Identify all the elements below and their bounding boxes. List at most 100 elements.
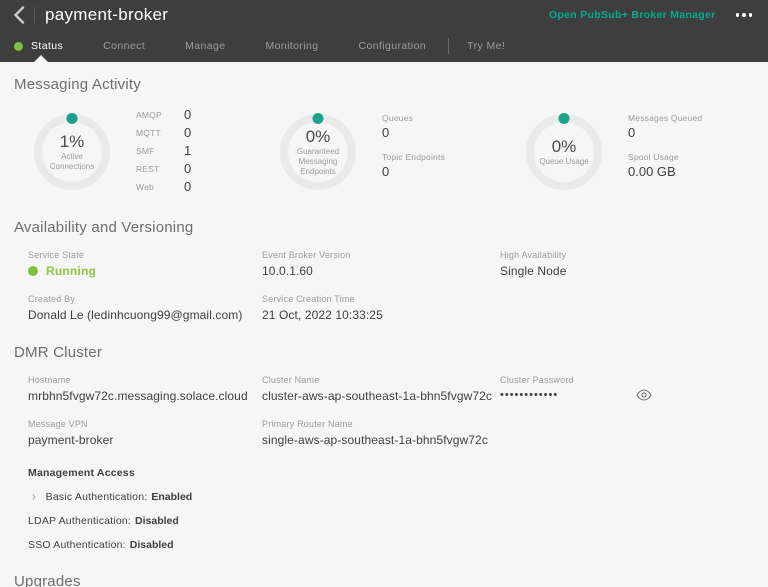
service-state-label: Service State (28, 250, 262, 260)
basic-authentication-value: Enabled (151, 491, 192, 503)
tab-status[interactable]: Status (14, 40, 63, 52)
protocol-value: 1 (184, 143, 191, 158)
active-connections-gauge-card: 1% Active Connections AMQP 0 MQTT 0 SMF … (14, 107, 262, 197)
event-broker-version-label: Event Broker Version (262, 250, 500, 260)
queue-usage-gauge: 0% Queue Usage (526, 114, 602, 190)
active-tab-notch (34, 55, 48, 62)
tab-manage-label: Manage (185, 40, 225, 52)
gauge-dot-icon (313, 113, 324, 124)
protocol-label: AMQP (136, 110, 168, 120)
dmr-cluster-grid: Hostname mrbhn5fvgw72c.messaging.solace.… (28, 375, 754, 447)
queue-stats-list: Messages Queued 0 Spool Usage 0.00 GB (628, 113, 702, 191)
tab-connect-label: Connect (103, 40, 145, 52)
protocol-label: REST (136, 164, 168, 174)
eye-icon (636, 389, 652, 401)
active-connections-percent: 1% (60, 133, 85, 150)
dmr-cluster-section: DMR Cluster Hostname mrbhn5fvgw72c.messa… (14, 344, 754, 551)
gauge-dot-icon (559, 113, 570, 124)
high-availability-field: High Availability Single Node (500, 250, 754, 278)
chevron-left-icon (13, 6, 25, 24)
upgrades-section: Upgrades Service has not yet been upgrad… (14, 573, 754, 587)
guaranteed-messaging-gauge-card: 0% Guaranteed Messaging Endpoints Queues… (262, 107, 508, 197)
messages-queued-label: Messages Queued (628, 113, 702, 123)
primary-router-name-field: Primary Router Name single-aws-ap-southe… (262, 419, 500, 447)
chevron-right-icon[interactable]: › (32, 490, 36, 504)
top-header-bar: payment-broker Open PubSub+ Broker Manag… (0, 0, 768, 30)
dmr-cluster-title: DMR Cluster (14, 344, 754, 361)
tab-monitoring[interactable]: Monitoring (265, 40, 318, 52)
created-by-field: Created By Donald Le (ledinhcuong99@gmai… (28, 294, 262, 322)
message-vpn-value: payment-broker (28, 433, 262, 447)
tab-try-me[interactable]: Try Me! (467, 40, 505, 52)
availability-title: Availability and Versioning (14, 219, 754, 236)
basic-authentication-label: Basic Authentication: (46, 491, 148, 503)
service-state-value: Running (46, 264, 96, 278)
queue-usage-gauge-card: 0% Queue Usage Messages Queued 0 Spool U… (508, 107, 754, 197)
protocol-value: 0 (184, 107, 191, 122)
protocol-label: SMF (136, 146, 168, 156)
primary-router-name-value: single-aws-ap-southeast-1a-bhn5fvgw72c (262, 433, 500, 447)
endpoint-stats-list: Queues 0 Topic Endpoints 0 (382, 113, 445, 191)
guaranteed-messaging-label: Guaranteed Messaging Endpoints (289, 147, 347, 177)
protocol-stats-list: AMQP 0 MQTT 0 SMF 1 REST 0 Web 0 (136, 107, 191, 197)
guaranteed-messaging-gauge: 0% Guaranteed Messaging Endpoints (280, 114, 356, 190)
hostname-value: mrbhn5fvgw72c.messaging.solace.cloud (28, 389, 262, 403)
tab-manage[interactable]: Manage (185, 40, 225, 52)
service-creation-time-value: 21 Oct, 2022 10:33:25 (262, 308, 500, 322)
messages-queued-value: 0 (628, 125, 702, 140)
protocol-stat-row: REST 0 (136, 161, 191, 176)
gauges-row: 1% Active Connections AMQP 0 MQTT 0 SMF … (14, 107, 754, 197)
cluster-password-value: •••••••••••• (500, 389, 558, 401)
queues-label: Queues (382, 113, 445, 123)
queues-value: 0 (382, 125, 445, 140)
spool-usage-label: Spool Usage (628, 152, 702, 162)
guaranteed-messaging-percent: 0% (306, 128, 331, 145)
upgrades-title: Upgrades (14, 573, 754, 587)
nav-divider (448, 38, 449, 54)
cluster-name-field: Cluster Name cluster-aws-ap-southeast-1a… (262, 375, 500, 403)
hostname-label: Hostname (28, 375, 262, 385)
availability-section: Availability and Versioning Service Stat… (14, 219, 754, 322)
message-vpn-field: Message VPN payment-broker (28, 419, 262, 447)
event-broker-version-field: Event Broker Version 10.0.1.60 (262, 250, 500, 278)
spool-usage-value: 0.00 GB (628, 164, 702, 179)
event-broker-version-value: 10.0.1.60 (262, 264, 500, 278)
tab-navigation: Status Connect Manage Monitoring Configu… (0, 30, 768, 62)
back-button[interactable] (8, 4, 30, 26)
protocol-value: 0 (184, 179, 191, 194)
topic-endpoints-stat: Topic Endpoints 0 (382, 152, 445, 179)
status-green-dot-icon (14, 42, 23, 51)
active-connections-label: Active Connections (43, 152, 101, 172)
kebab-menu-icon[interactable] (734, 9, 755, 21)
tab-configuration-label: Configuration (358, 40, 426, 52)
service-state-field: Service State Running (28, 250, 262, 278)
protocol-value: 0 (184, 125, 191, 140)
cluster-name-value: cluster-aws-ap-southeast-1a-bhn5fvgw72c (262, 389, 500, 403)
sso-authentication-label: SSO Authentication: (28, 539, 126, 551)
created-by-label: Created By (28, 294, 262, 304)
topic-endpoints-label: Topic Endpoints (382, 152, 445, 162)
sso-authentication-value: Disabled (130, 539, 174, 551)
protocol-value: 0 (184, 161, 191, 176)
protocol-stat-row: SMF 1 (136, 143, 191, 158)
tab-configuration[interactable]: Configuration (358, 40, 426, 52)
tab-connect[interactable]: Connect (103, 40, 145, 52)
protocol-label: MQTT (136, 128, 168, 138)
messaging-activity-title: Messaging Activity (14, 76, 754, 93)
protocol-stat-row: AMQP 0 (136, 107, 191, 122)
cluster-password-field: Cluster Password •••••••••••• (500, 375, 754, 403)
management-access-title: Management Access (28, 467, 754, 479)
tab-status-label: Status (31, 40, 63, 52)
ldap-authentication-label: LDAP Authentication: (28, 515, 131, 527)
protocol-stat-row: Web 0 (136, 179, 191, 194)
service-creation-time-label: Service Creation Time (262, 294, 500, 304)
spool-usage-stat: Spool Usage 0.00 GB (628, 152, 702, 179)
messages-queued-stat: Messages Queued 0 (628, 113, 702, 140)
primary-router-name-label: Primary Router Name (262, 419, 500, 429)
hostname-field: Hostname mrbhn5fvgw72c.messaging.solace.… (28, 375, 262, 403)
running-green-dot-icon (28, 266, 38, 276)
title-divider (34, 7, 35, 23)
open-broker-manager-link[interactable]: Open PubSub+ Broker Manager (549, 9, 716, 21)
cluster-password-label: Cluster Password (500, 375, 754, 385)
show-password-button[interactable] (636, 389, 652, 401)
